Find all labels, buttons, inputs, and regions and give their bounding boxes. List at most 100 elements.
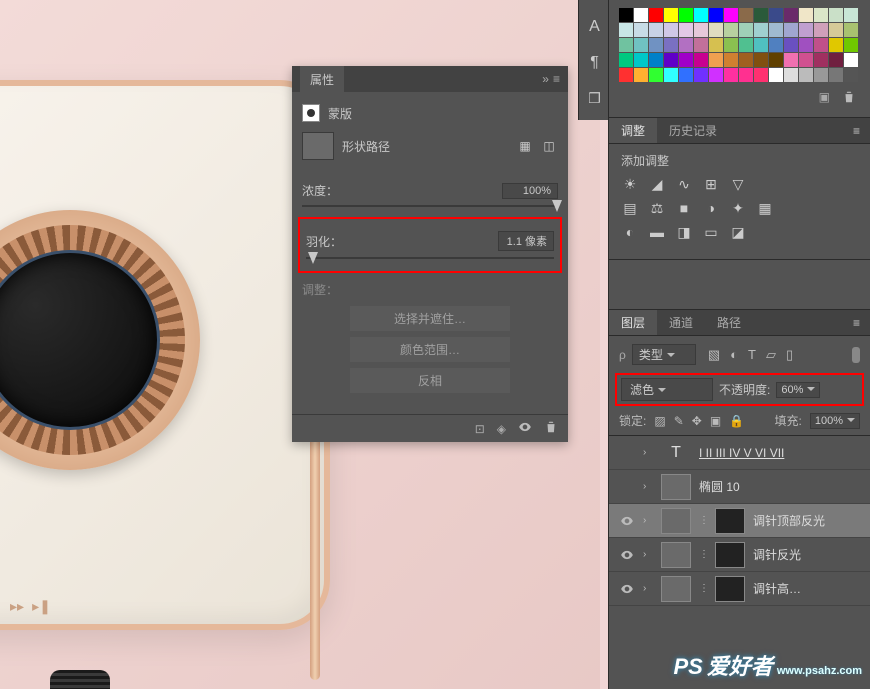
swatch[interactable] <box>634 23 648 37</box>
swatch[interactable] <box>814 68 828 82</box>
delete-swatch-icon[interactable] <box>842 90 856 107</box>
levels-icon[interactable]: ◢ <box>648 175 666 193</box>
visibility-toggle-icon[interactable] <box>619 581 635 597</box>
swatch[interactable] <box>844 8 858 22</box>
layer-name[interactable]: I II III IV V VI VII <box>699 446 864 460</box>
tab-channels[interactable]: 通道 <box>657 310 705 335</box>
mask-mode-icon[interactable] <box>302 104 320 122</box>
swatch[interactable] <box>829 8 843 22</box>
layer-name[interactable]: 调针高… <box>753 580 864 597</box>
type-tool-icon[interactable]: A <box>589 18 600 36</box>
swatch[interactable] <box>769 8 783 22</box>
expand-chevron-icon[interactable]: › <box>643 583 653 594</box>
filter-shape-icon[interactable]: ▱ <box>766 347 776 363</box>
swatch[interactable] <box>799 23 813 37</box>
swatches-grid[interactable] <box>609 0 870 86</box>
swatch[interactable] <box>619 38 633 52</box>
invert-icon[interactable]: ◐ <box>621 223 639 241</box>
vector-mask-icon[interactable]: ◫ <box>540 137 558 155</box>
curves-icon[interactable]: ∿ <box>675 175 693 193</box>
photo-filter-icon[interactable]: ◑ <box>702 199 720 217</box>
selective-color-icon[interactable]: ◪ <box>729 223 747 241</box>
swatch[interactable] <box>814 53 828 67</box>
tab-paths[interactable]: 路径 <box>705 310 753 335</box>
delete-mask-icon[interactable] <box>544 420 558 437</box>
swatch[interactable] <box>694 8 708 22</box>
swatch[interactable] <box>829 23 843 37</box>
gradient-map-icon[interactable]: ▭ <box>702 223 720 241</box>
mask-thumbnail[interactable] <box>715 508 745 534</box>
exposure-icon[interactable]: ⊞ <box>702 175 720 193</box>
swatch[interactable] <box>724 8 738 22</box>
blend-mode-select[interactable]: 滤色 <box>621 378 713 401</box>
layer-row[interactable]: ›⋮调针反光 <box>609 538 870 572</box>
swatch[interactable] <box>664 53 678 67</box>
layers-panel-menu-icon[interactable]: ≡ <box>843 310 870 335</box>
apply-mask-icon[interactable]: ◈ <box>497 422 506 436</box>
filter-toggle-switch[interactable] <box>852 347 860 363</box>
visibility-toggle-icon[interactable] <box>619 479 635 495</box>
mixer-icon[interactable]: ✦ <box>729 199 747 217</box>
swatch[interactable] <box>664 68 678 82</box>
swatch[interactable] <box>634 8 648 22</box>
swatch[interactable] <box>709 38 723 52</box>
swatch[interactable] <box>844 53 858 67</box>
swatch[interactable] <box>754 53 768 67</box>
select-and-mask-button[interactable]: 选择并遮住… <box>350 306 510 331</box>
swatch[interactable] <box>754 38 768 52</box>
density-slider-thumb[interactable] <box>552 200 562 212</box>
adjust-panel-menu-icon[interactable]: ≡ <box>843 118 870 143</box>
layer-row[interactable]: ›TI II III IV V VI VII <box>609 436 870 470</box>
lock-artboard-icon[interactable]: ▣ <box>710 414 721 428</box>
mask-thumbnail[interactable] <box>715 542 745 568</box>
swatch[interactable] <box>739 38 753 52</box>
layer-thumbnail[interactable] <box>661 542 691 568</box>
swatch[interactable] <box>724 53 738 67</box>
swatch[interactable] <box>724 38 738 52</box>
invert-button[interactable]: 反相 <box>350 368 510 393</box>
swatch[interactable] <box>769 53 783 67</box>
feather-value-input[interactable]: 1.1 像素 <box>498 231 554 251</box>
swatch[interactable] <box>634 53 648 67</box>
expand-chevron-icon[interactable]: › <box>643 481 653 492</box>
properties-tab[interactable]: 属性 <box>300 66 344 92</box>
lut-icon[interactable]: ▦ <box>756 199 774 217</box>
visibility-toggle-icon[interactable] <box>619 513 635 529</box>
swatch[interactable] <box>739 23 753 37</box>
swatch[interactable] <box>829 38 843 52</box>
link-icon[interactable]: ⋮ <box>699 549 707 560</box>
density-slider[interactable] <box>302 205 558 207</box>
posterize-icon[interactable]: ▬ <box>648 223 666 241</box>
swatch[interactable] <box>754 23 768 37</box>
swatch[interactable] <box>769 23 783 37</box>
swatch[interactable] <box>709 68 723 82</box>
expand-chevron-icon[interactable]: › <box>643 447 653 458</box>
swatch[interactable] <box>844 38 858 52</box>
swatch[interactable] <box>619 8 633 22</box>
swatch[interactable] <box>619 53 633 67</box>
filter-adjust-icon[interactable]: ◐ <box>730 347 738 363</box>
lock-position-icon[interactable]: ✥ <box>692 414 702 428</box>
balance-icon[interactable]: ⚖ <box>648 199 666 217</box>
swatch[interactable] <box>694 53 708 67</box>
new-swatch-icon[interactable]: ▣ <box>819 90 830 107</box>
swatch[interactable] <box>829 53 843 67</box>
filter-pixel-icon[interactable]: ▧ <box>708 347 720 363</box>
swatch[interactable] <box>844 68 858 82</box>
lock-paint-icon[interactable]: ✎ <box>674 414 684 428</box>
swatch[interactable] <box>664 8 678 22</box>
swatch[interactable] <box>724 68 738 82</box>
swatch[interactable] <box>709 8 723 22</box>
swatch[interactable] <box>694 68 708 82</box>
mask-thumbnail[interactable] <box>715 576 745 602</box>
feather-slider-thumb[interactable] <box>308 252 318 264</box>
swatch[interactable] <box>634 68 648 82</box>
layer-row[interactable]: ›⋮调针高… <box>609 572 870 606</box>
swatch[interactable] <box>739 53 753 67</box>
layer-name[interactable]: 调针顶部反光 <box>753 512 864 529</box>
vibrance-icon[interactable]: ▽ <box>729 175 747 193</box>
load-selection-icon[interactable]: ⊡ <box>475 422 485 436</box>
swatch[interactable] <box>784 68 798 82</box>
swatch[interactable] <box>679 38 693 52</box>
tab-history[interactable]: 历史记录 <box>657 118 729 143</box>
